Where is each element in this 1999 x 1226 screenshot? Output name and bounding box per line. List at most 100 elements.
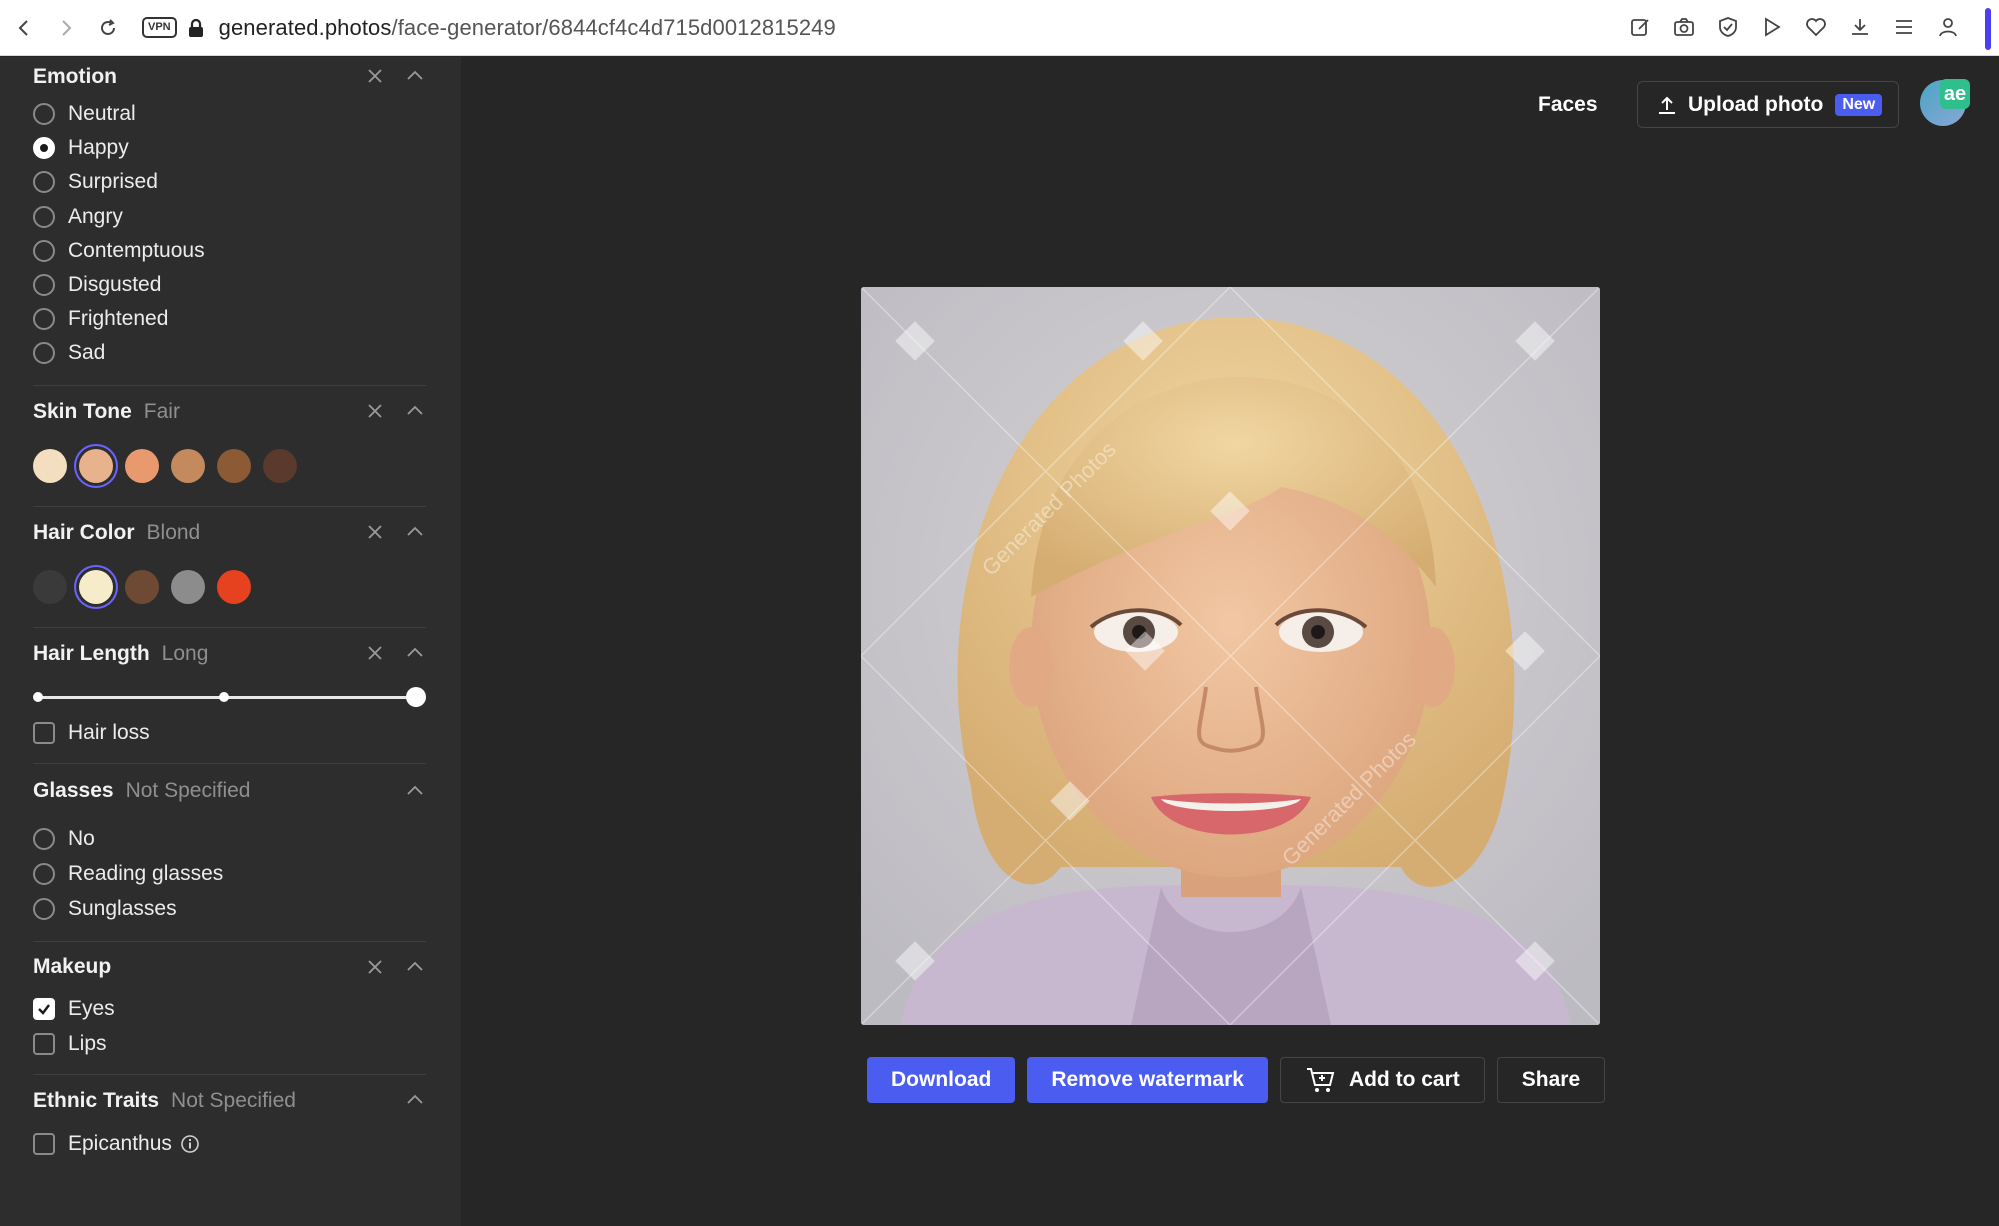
glasses-reading-glasses-radio[interactable] [33,863,55,885]
slider-tick-short [33,691,43,702]
emotion-surprised-radio[interactable] [33,171,55,194]
main-area: Faces Upload photo New ae Generated Phot… [461,57,1999,1226]
ethnic-traits-title: Ethnic Traits [33,1088,160,1112]
skin-tone-swatch[interactable] [263,448,297,483]
clear-skin-tone-icon[interactable] [364,400,386,422]
hair-color-value: Blond [146,520,201,544]
address-bar[interactable]: generated.photos/face-generator/6844cf4c… [219,15,836,41]
download-icon[interactable] [1845,12,1875,42]
share-button[interactable]: Share [1496,1057,1606,1103]
collapse-glasses-icon[interactable] [404,780,426,802]
hair-color-swatches [33,559,426,615]
glasses-no-option[interactable]: No [33,822,426,857]
emotion-contemptuous-radio[interactable] [33,239,55,262]
heart-icon[interactable] [1801,12,1831,42]
hair-loss-option[interactable]: Hair loss [33,716,426,751]
download-button[interactable]: Download [867,1057,1016,1103]
skin-tone-swatch[interactable] [171,448,205,483]
epicanthus-option[interactable]: Epicanthus [33,1127,426,1162]
ethnic-traits-section: Ethnic Traits Not Specified Epicanthus [33,1075,426,1162]
emotion-happy-option[interactable]: Happy [33,131,426,165]
hair-color-swatch[interactable] [125,569,159,604]
remove-watermark-button[interactable]: Remove watermark [1027,1057,1268,1103]
collapse-hair-length-icon[interactable] [404,642,426,664]
slider-thumb[interactable] [406,686,426,707]
skin-tone-swatches [33,438,426,494]
emotion-happy-radio[interactable] [33,137,55,160]
upload-photo-button[interactable]: Upload photo New [1637,81,1899,128]
emotion-disgusted-option[interactable]: Disgusted [33,268,426,302]
download-label: Download [891,1068,992,1091]
emotion-neutral-option[interactable]: Neutral [33,97,426,131]
emotion-frightened-option[interactable]: Frightened [33,302,426,336]
faces-link[interactable]: Faces [1538,93,1598,117]
back-icon[interactable] [6,10,42,46]
collapse-skin-tone-icon[interactable] [404,400,426,422]
emotion-angry-radio[interactable] [33,205,55,228]
emotion-contemptuous-option[interactable]: Contemptuous [33,234,426,268]
skin-tone-title: Skin Tone [33,399,132,423]
epicanthus-label: Epicanthus [68,1132,172,1155]
emotion-frightened-radio[interactable] [33,308,55,331]
skin-tone-swatch[interactable] [79,448,113,483]
hair-color-swatch[interactable] [217,569,251,604]
emotion-angry-option[interactable]: Angry [33,200,426,234]
face-illustration: Generated Photos Generated Photos [861,287,1600,1025]
collapse-emotion-icon[interactable] [404,65,426,87]
menu-icon[interactable] [1889,12,1919,42]
makeup-eyes-option[interactable]: Eyes [33,992,426,1027]
collapse-hair-color-icon[interactable] [404,521,426,543]
hair-color-swatch[interactable] [33,569,67,604]
clear-hair-length-icon[interactable] [364,642,386,664]
camera-icon[interactable] [1669,12,1699,42]
collapse-makeup-icon[interactable] [404,956,426,978]
collapse-ethnic-traits-icon[interactable] [404,1089,426,1111]
lock-icon [188,18,203,37]
glasses-no-radio[interactable] [33,828,55,850]
hair-color-title: Hair Color [33,520,135,544]
makeup-lips-checkbox[interactable] [33,1033,55,1055]
clear-hair-color-icon[interactable] [364,521,386,543]
skin-tone-swatch[interactable] [33,448,67,483]
shield-icon[interactable] [1713,12,1743,42]
emotion-section: Emotion Neutral Happy Surprised Angry Contem… [33,57,426,386]
makeup-section: Makeup Eyes Lips [33,942,426,1075]
emotion-surprised-option[interactable]: Surprised [33,165,426,199]
vpn-badge[interactable]: VPN [142,17,177,38]
emotion-disgusted-radio[interactable] [33,274,55,297]
makeup-eyes-checkbox[interactable] [33,998,55,1020]
skin-tone-swatch[interactable] [125,448,159,483]
edit-page-icon[interactable] [1625,12,1655,42]
forward-icon[interactable] [48,10,84,46]
makeup-lips-option[interactable]: Lips [33,1027,426,1062]
glasses-sunglasses-radio[interactable] [33,898,55,920]
hair-color-swatch[interactable] [79,569,113,604]
sidebar-indicator [1985,8,1991,50]
play-icon[interactable] [1757,12,1787,42]
glasses-reading-glasses-option[interactable]: Reading glasses [33,857,426,892]
add-to-cart-button[interactable]: Add to cart [1279,1057,1485,1103]
skin-tone-value: Fair [143,399,180,423]
epicanthus-checkbox[interactable] [33,1133,55,1155]
reload-icon[interactable] [90,10,126,46]
remove-watermark-label: Remove watermark [1051,1068,1244,1091]
glasses-sunglasses-option[interactable]: Sunglasses [33,892,426,927]
makeup-title: Makeup [33,954,112,978]
hair-color-swatch[interactable] [171,569,205,604]
avatar-badge: ae [1940,79,1970,109]
emotion-frightened-label: Frightened [68,307,169,331]
hair-loss-label: Hair loss [68,721,150,744]
add-to-cart-label: Add to cart [1348,1068,1460,1091]
profile-icon[interactable] [1933,12,1963,42]
emotion-sad-option[interactable]: Sad [33,336,426,370]
info-icon[interactable] [180,1134,200,1154]
hair-loss-checkbox[interactable] [33,722,55,744]
emotion-surprised-label: Surprised [68,170,158,194]
skin-tone-swatch[interactable] [217,448,251,483]
emotion-sad-radio[interactable] [33,342,55,365]
new-badge: New [1835,93,1883,116]
clear-makeup-icon[interactable] [364,956,386,978]
emotion-neutral-radio[interactable] [33,103,55,126]
hair-length-slider[interactable] [33,680,426,716]
clear-emotion-icon[interactable] [364,65,386,87]
